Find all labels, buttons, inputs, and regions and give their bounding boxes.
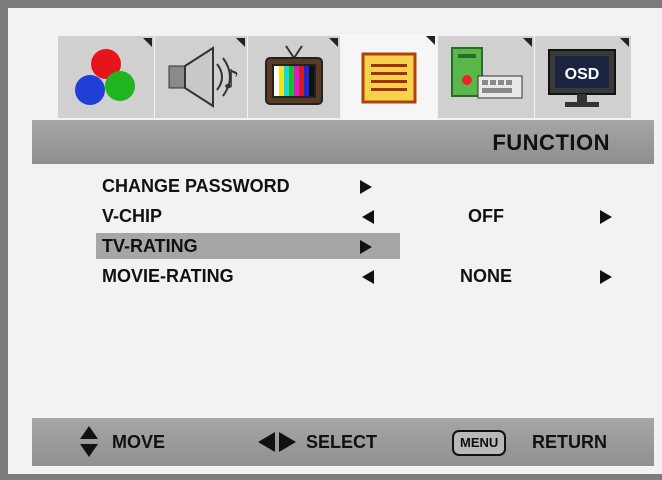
menu-list: CHANGE PASSWORD V-CHIP OFF TV-RATING MOV… bbox=[32, 164, 654, 418]
speaker-icon: ♪ bbox=[168, 46, 240, 108]
page-title: FUNCTION bbox=[492, 130, 610, 155]
menu-key-icon: MENU bbox=[452, 430, 507, 456]
osd-label: OSD bbox=[565, 66, 600, 83]
footer-select: SELECT bbox=[258, 430, 408, 454]
move-label: MOVE bbox=[112, 432, 166, 452]
footer-help-bar: MOVE SELECT MENU RETURN bbox=[32, 418, 654, 466]
menu-item-value: NONE bbox=[459, 266, 512, 286]
menu-item-tv-rating[interactable]: TV-RATING bbox=[32, 232, 654, 260]
television-icon bbox=[265, 45, 323, 105]
tab-audio[interactable]: ♪ bbox=[155, 36, 247, 118]
menu-item-value: OFF bbox=[468, 206, 504, 226]
tab-osd[interactable]: OSD bbox=[535, 36, 631, 118]
right-arrow-icon[interactable] bbox=[600, 270, 612, 284]
svg-text:♪: ♪ bbox=[223, 65, 240, 95]
tab-function[interactable] bbox=[341, 34, 437, 120]
menu-item-v-chip[interactable]: V-CHIP OFF bbox=[32, 202, 654, 230]
menu-item-label: MOVIE-RATING bbox=[102, 266, 234, 286]
osd-monitor-icon: OSD bbox=[548, 49, 616, 107]
tab-setup[interactable] bbox=[438, 36, 534, 118]
function-list-icon bbox=[361, 52, 417, 104]
menu-item-label: TV-RATING bbox=[102, 236, 198, 256]
menu-item-label: V-CHIP bbox=[102, 206, 163, 226]
footer-move: MOVE bbox=[80, 426, 200, 457]
tab-picture[interactable] bbox=[58, 36, 154, 118]
select-label: SELECT bbox=[306, 432, 378, 452]
tab-tv[interactable] bbox=[248, 36, 340, 118]
menu-item-label: CHANGE PASSWORD bbox=[102, 176, 290, 196]
computer-icon bbox=[451, 47, 523, 99]
submenu-arrow-icon[interactable] bbox=[360, 240, 372, 254]
menu-item-change-password[interactable]: CHANGE PASSWORD bbox=[32, 172, 654, 200]
up-down-arrow-icon bbox=[80, 426, 98, 457]
left-right-arrow-icon bbox=[258, 432, 296, 452]
return-label: RETURN bbox=[532, 432, 607, 452]
submenu-arrow-icon[interactable] bbox=[360, 180, 372, 194]
left-arrow-icon[interactable] bbox=[362, 210, 374, 224]
right-arrow-icon[interactable] bbox=[600, 210, 612, 224]
footer-return: MENU RETURN bbox=[452, 430, 642, 456]
menu-header-bar: FUNCTION bbox=[32, 120, 654, 164]
menu-item-movie-rating[interactable]: MOVIE-RATING NONE bbox=[32, 262, 654, 290]
rgb-circles-icon bbox=[75, 49, 135, 105]
left-arrow-icon[interactable] bbox=[362, 270, 374, 284]
